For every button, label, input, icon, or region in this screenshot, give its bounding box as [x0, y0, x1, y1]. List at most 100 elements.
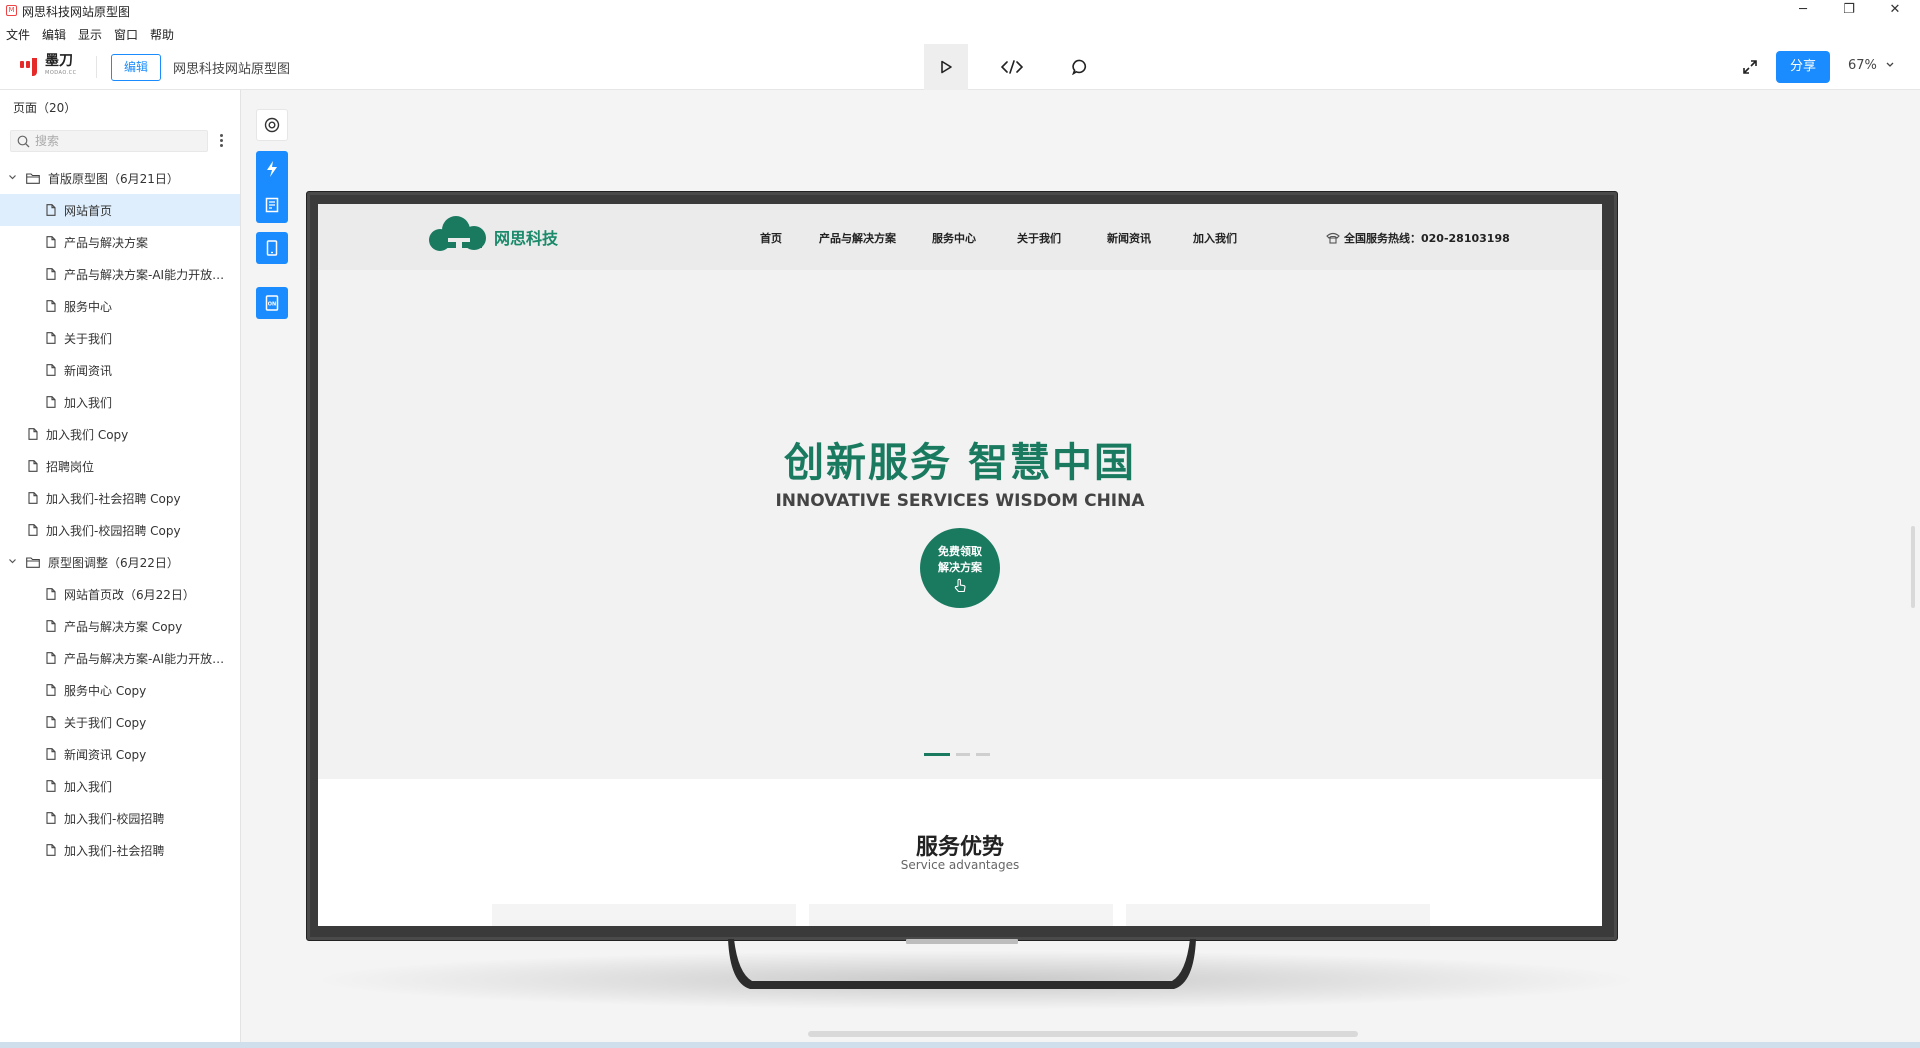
page-item[interactable]: 产品与解决方案-AI能力开放平台 Copy: [0, 642, 240, 674]
share-button[interactable]: 分享: [1776, 51, 1830, 83]
divider: [96, 56, 97, 78]
menu-file[interactable]: 文件: [6, 26, 30, 43]
carousel-dot-active[interactable]: [924, 753, 950, 756]
page-item[interactable]: 加入我们-社会招聘: [0, 834, 240, 866]
menu-help[interactable]: 帮助: [150, 26, 174, 43]
edit-button[interactable]: 编辑: [111, 54, 161, 81]
page-item[interactable]: 加入我们: [0, 386, 240, 418]
page-label: 关于我们 Copy: [64, 715, 147, 730]
page-label: 服务中心: [64, 299, 113, 314]
page-item[interactable]: 网站首页: [0, 194, 240, 226]
page-item[interactable]: 产品与解决方案-AI能力开放平台: [0, 258, 240, 290]
page-label: 加入我们: [64, 395, 113, 410]
page-icon: [46, 300, 56, 312]
prototype-screen[interactable]: 网思科技 首页 产品与解决方案 服务中心 关于我们 新闻资讯 加入我们 全国服务…: [318, 204, 1602, 926]
service-card: [1126, 904, 1430, 926]
interaction-tools: [256, 151, 288, 223]
horizontal-scrollbar[interactable]: [808, 1031, 1358, 1037]
page-item[interactable]: 产品与解决方案: [0, 226, 240, 258]
menu-view[interactable]: 显示: [78, 26, 102, 43]
page-icon: [28, 428, 38, 440]
services-subtitle: Service advantages: [900, 858, 1020, 872]
chevron-down-icon[interactable]: [8, 174, 17, 181]
page-label: 新闻资讯: [64, 363, 113, 378]
page-item[interactable]: 新闻资讯 Copy: [0, 738, 240, 770]
close-button[interactable]: ✕: [1872, 0, 1918, 22]
page-icon: [46, 620, 56, 632]
page-item[interactable]: 加入我们: [0, 770, 240, 802]
menu-edit[interactable]: 编辑: [42, 26, 66, 43]
free-solution-button[interactable]: 免费领取 解决方案: [920, 528, 1000, 608]
carousel-dots: [924, 753, 996, 756]
target-tool[interactable]: [256, 109, 288, 141]
page-item[interactable]: 招聘岗位: [0, 450, 240, 482]
phone-icon: [1326, 232, 1340, 244]
site-nav-home[interactable]: 首页: [760, 230, 782, 246]
page-folder[interactable]: 首版原型图（6月21日）: [0, 162, 240, 194]
page-label: 网站首页改（6月22日）: [64, 587, 195, 602]
search-input[interactable]: [35, 133, 203, 149]
toggle-on-icon: ON: [265, 295, 279, 311]
page-label: 加入我们 Copy: [46, 427, 129, 442]
note-icon[interactable]: [265, 197, 279, 213]
page-label: 产品与解决方案 Copy: [64, 619, 183, 634]
vertical-scrollbar[interactable]: [1911, 526, 1915, 608]
window-title: 网思科技网站原型图: [22, 5, 131, 19]
play-icon: [941, 60, 952, 74]
zoom-dropdown[interactable]: 67%: [1848, 58, 1895, 73]
page-item[interactable]: 加入我们-校园招聘: [0, 802, 240, 834]
cta-line-2: 解决方案: [938, 561, 982, 574]
page-folder[interactable]: 原型图调整（6月22日）: [0, 546, 240, 578]
page-item[interactable]: 新闻资讯: [0, 354, 240, 386]
site-nav-service[interactable]: 服务中心: [932, 230, 976, 246]
phone-icon: [266, 240, 278, 256]
code-icon: [1001, 60, 1023, 74]
page-item[interactable]: 加入我们-社会招聘 Copy: [0, 482, 240, 514]
menu-window[interactable]: 窗口: [114, 26, 138, 43]
device-tool[interactable]: [256, 232, 288, 264]
minimize-button[interactable]: ─: [1780, 0, 1826, 22]
hand-pointer-icon: [954, 578, 966, 593]
page-icon: [46, 684, 56, 696]
page-item[interactable]: 服务中心 Copy: [0, 674, 240, 706]
modao-logo[interactable]: 墨刀 MODAO.CC: [20, 54, 77, 79]
lightning-icon[interactable]: [265, 161, 279, 177]
page-icon: [28, 524, 38, 536]
site-nav-about[interactable]: 关于我们: [1017, 230, 1061, 246]
page-item[interactable]: 关于我们: [0, 322, 240, 354]
site-nav-products[interactable]: 产品与解决方案: [819, 230, 896, 246]
more-options-icon[interactable]: [220, 134, 224, 149]
site-nav-join[interactable]: 加入我们: [1193, 230, 1237, 246]
page-icon: [46, 204, 56, 216]
page-label: 网站首页: [64, 203, 113, 218]
toolbar: 墨刀 MODAO.CC 编辑 网思科技网站原型图 分享 67%: [0, 44, 1920, 90]
page-icon: [46, 588, 56, 600]
title-bar: M 网思科技网站原型图 ─ ❐ ✕: [0, 0, 1920, 22]
comment-button[interactable]: [1058, 44, 1102, 90]
service-card: [809, 904, 1113, 926]
mushroom-logo-icon: [429, 216, 486, 254]
page-icon: [46, 332, 56, 344]
service-card: [492, 904, 796, 926]
code-button[interactable]: [990, 44, 1034, 90]
page-item[interactable]: 网站首页改（6月22日）: [0, 578, 240, 610]
carousel-dot[interactable]: [956, 753, 970, 756]
target-icon: [264, 117, 280, 133]
folder-icon: [26, 556, 40, 568]
carousel-dot[interactable]: [976, 753, 990, 756]
page-label: 服务中心 Copy: [64, 683, 147, 698]
toggle-tool[interactable]: ON: [256, 287, 288, 319]
page-item[interactable]: 服务中心: [0, 290, 240, 322]
fullscreen-button[interactable]: [1728, 44, 1772, 90]
site-nav-news[interactable]: 新闻资讯: [1107, 230, 1151, 246]
maximize-button[interactable]: ❐: [1826, 0, 1872, 22]
site-logo[interactable]: 网思科技: [426, 216, 558, 258]
page-icon: [46, 716, 56, 728]
chevron-down-icon[interactable]: [8, 558, 17, 565]
page-item[interactable]: 加入我们 Copy: [0, 418, 240, 450]
page-item[interactable]: 关于我们 Copy: [0, 706, 240, 738]
page-item[interactable]: 产品与解决方案 Copy: [0, 610, 240, 642]
preview-play-button[interactable]: [924, 44, 968, 90]
page-item[interactable]: 加入我们-校园招聘 Copy: [0, 514, 240, 546]
svg-text:ON: ON: [268, 302, 276, 308]
